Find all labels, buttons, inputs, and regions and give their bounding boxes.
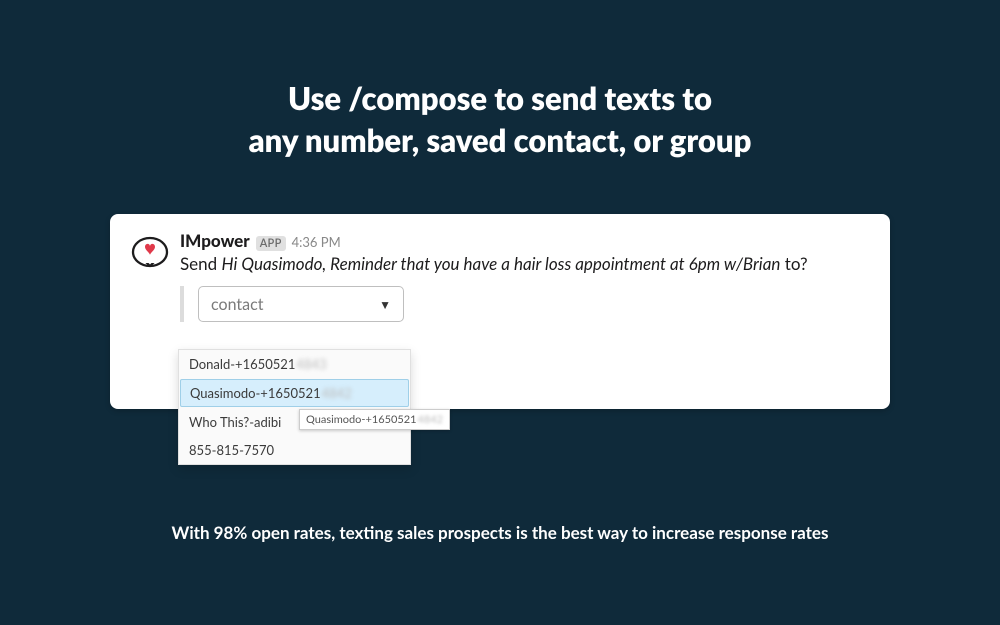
- promo-footer: With 98% open rates, texting sales prosp…: [0, 522, 1000, 543]
- to-suffix: to?: [785, 253, 808, 274]
- message-attachment: contact ▼: [180, 286, 870, 322]
- tooltip-prefix: Quasimodo-+1650521: [306, 413, 417, 426]
- heading-line-1: Use /compose to send texts to: [0, 78, 1000, 120]
- promo-heading: Use /compose to send texts to any number…: [0, 0, 1000, 162]
- dropdown-item[interactable]: Quasimodo-+16505214842: [180, 379, 409, 407]
- dropdown-item-label: Who This?-adibi: [189, 414, 281, 430]
- dropdown-item[interactable]: Donald-+16505214843: [179, 350, 410, 378]
- app-avatar: [130, 232, 170, 272]
- dropdown-tooltip: Quasimodo-+16505214842: [299, 409, 450, 430]
- dropdown-item-label: 855-815-7570: [189, 442, 274, 458]
- message-header: IMpower APP 4:36 PM: [180, 230, 870, 251]
- chevron-down-icon: ▼: [379, 297, 391, 312]
- select-label: contact: [211, 295, 263, 314]
- app-name: IMpower: [180, 230, 250, 251]
- redacted-digits: 4842: [418, 413, 444, 426]
- message-body: Hi Quasimodo, Reminder that you have a h…: [222, 253, 781, 274]
- dropdown-item-label: Quasimodo-+1650521: [190, 385, 321, 401]
- app-badge: APP: [256, 236, 286, 251]
- contact-select[interactable]: contact ▼: [198, 286, 404, 322]
- redacted-digits: 4843: [296, 356, 326, 372]
- heading-line-2: any number, saved contact, or group: [0, 120, 1000, 162]
- dropdown-item[interactable]: Who This?-adibi Quasimodo-+16505214842: [179, 408, 410, 436]
- message-timestamp: 4:36 PM: [292, 234, 341, 250]
- message-text: Send Hi Quasimodo, Reminder that you hav…: [180, 253, 870, 274]
- send-prefix: Send: [180, 253, 217, 274]
- contact-dropdown: Donald-+16505214843 Quasimodo-+165052148…: [178, 349, 411, 465]
- dropdown-item-label: Donald-+1650521: [189, 356, 295, 372]
- dropdown-item[interactable]: 855-815-7570: [179, 436, 410, 464]
- redacted-digits: 4842: [322, 385, 352, 401]
